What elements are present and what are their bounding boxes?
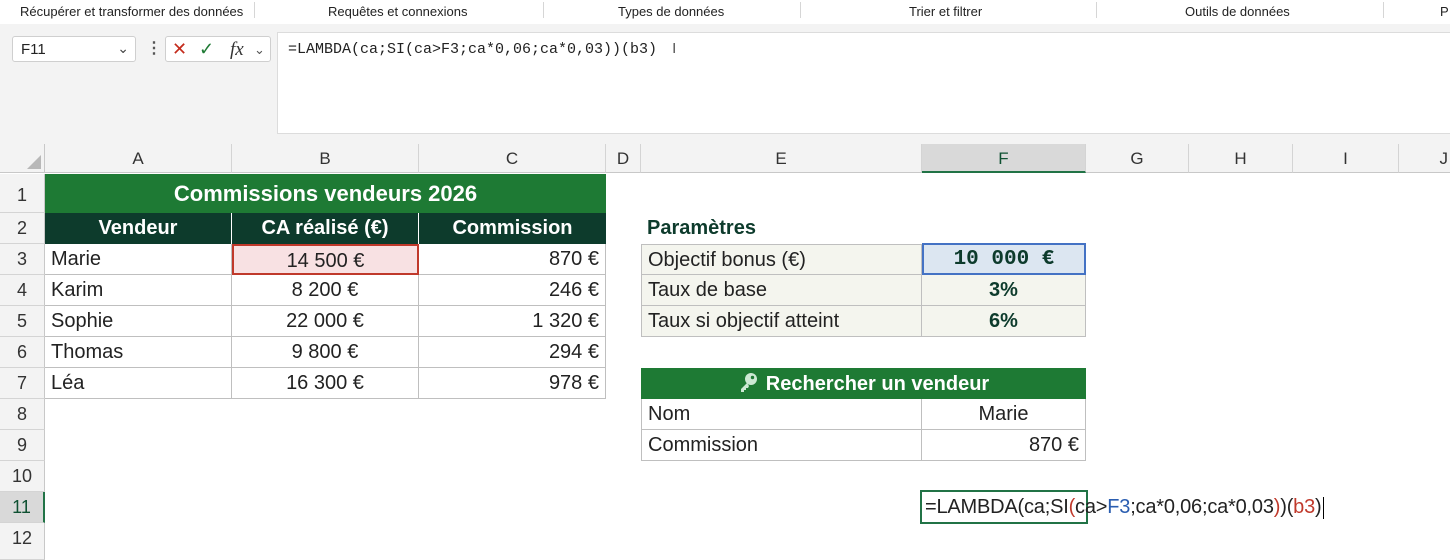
formula-token: ;ca*0,06;ca*0,03 xyxy=(1130,496,1274,518)
col-header-j[interactable]: J xyxy=(1399,144,1450,173)
col-header-i[interactable]: I xyxy=(1293,144,1399,173)
formula-text: =LAMBDA(ca;SI(ca>F3;ca*0,06;ca*0,03))(b3… xyxy=(288,41,658,58)
ribbon-group-get-transform[interactable]: Récupérer et transformer des données xyxy=(20,4,243,19)
ribbon-separator xyxy=(800,2,801,18)
col-header-f[interactable]: F xyxy=(922,144,1086,173)
search-title[interactable]: Rechercher un vendeur xyxy=(641,368,1086,399)
ribbon-group-data-types[interactable]: Types de données xyxy=(618,4,724,19)
table-cell-vendeur[interactable]: Thomas xyxy=(45,337,232,368)
search-title-text: Rechercher un vendeur xyxy=(765,373,990,395)
params-title[interactable]: Paramètres xyxy=(641,213,922,244)
table-cell-ca[interactable]: 22 000 € xyxy=(232,306,419,337)
formula-token: ca> xyxy=(1075,496,1108,518)
search-label[interactable]: Nom xyxy=(641,399,922,430)
ribbon-separator xyxy=(543,2,544,18)
col-header-g[interactable]: G xyxy=(1086,144,1189,173)
ribbon-group-sort-filter[interactable]: Trier et filtrer xyxy=(909,4,982,19)
col-header-b[interactable]: B xyxy=(232,144,419,173)
row-header-1[interactable]: 1 xyxy=(0,174,45,213)
ribbon-group-data-tools[interactable]: Outils de données xyxy=(1185,4,1290,19)
param-label[interactable]: Taux de base xyxy=(641,275,922,306)
text-caret xyxy=(1322,496,1324,519)
formula-token: ) xyxy=(1315,496,1322,518)
table-cell-commission[interactable]: 870 € xyxy=(419,244,606,275)
active-cell-editor[interactable]: =LAMBDA(ca;SI(ca>F3;ca*0,06;ca*0,03))(b3… xyxy=(922,492,1382,523)
insert-function-icon[interactable]: fx xyxy=(230,39,244,61)
table-cell-vendeur[interactable]: Karim xyxy=(45,275,232,306)
col-header-c[interactable]: C xyxy=(419,144,606,173)
table-cell-vendeur[interactable]: Léa xyxy=(45,368,232,399)
ribbon-separator xyxy=(1096,2,1097,18)
row-header-9[interactable]: 9 xyxy=(0,430,45,461)
row-header-7[interactable]: 7 xyxy=(0,368,45,399)
chevron-down-icon[interactable]: ⌄ xyxy=(117,40,129,57)
row-header-11[interactable]: 11 xyxy=(0,492,45,523)
table-cell-commission[interactable]: 246 € xyxy=(419,275,606,306)
formula-token: F3 xyxy=(1107,496,1131,518)
col-header-h[interactable]: H xyxy=(1189,144,1293,173)
row-header-3[interactable]: 3 xyxy=(0,244,45,275)
search-name-value[interactable]: Marie xyxy=(922,399,1086,430)
name-box[interactable]: F11 ⌄ xyxy=(12,36,136,62)
col-header-a[interactable]: A xyxy=(45,144,232,173)
ribbon-group-bar: Récupérer et transformer des données Req… xyxy=(0,0,1450,25)
row-header-2[interactable]: 2 xyxy=(0,213,45,244)
search-label[interactable]: Commission xyxy=(641,430,922,461)
chevron-down-icon[interactable]: ⌄ xyxy=(254,42,265,58)
param-value-selected[interactable]: 10 000 € xyxy=(922,243,1086,275)
table-cell-ca-highlighted[interactable]: 14 500 € xyxy=(232,244,419,275)
formula-token: =LAMBDA(ca;SI xyxy=(925,496,1069,518)
text-cursor-icon: I xyxy=(672,40,677,57)
table-title[interactable]: Commissions vendeurs 2026 xyxy=(45,174,606,213)
formula-token: b3 xyxy=(1293,496,1316,518)
table-cell-commission[interactable]: 978 € xyxy=(419,368,606,399)
table-header-vendeur[interactable]: Vendeur xyxy=(45,213,232,244)
enter-check-icon[interactable]: ✓ xyxy=(199,39,214,60)
ribbon-group-truncated[interactable]: P xyxy=(1440,4,1449,19)
row-header-5[interactable]: 5 xyxy=(0,306,45,337)
ribbon-group-queries[interactable]: Requêtes et connexions xyxy=(328,4,467,19)
name-box-value: F11 xyxy=(21,41,46,58)
row-header-4[interactable]: 4 xyxy=(0,275,45,306)
select-all-corner[interactable] xyxy=(0,144,45,173)
col-header-d[interactable]: D xyxy=(606,144,641,173)
key-icon xyxy=(738,371,760,399)
ribbon-separator xyxy=(254,2,255,18)
ribbon-separator xyxy=(1383,2,1384,18)
more-options-icon[interactable]: ⋮ xyxy=(146,38,162,58)
param-value[interactable]: 6% xyxy=(922,306,1086,337)
formula-input[interactable]: =LAMBDA(ca;SI(ca>F3;ca*0,06;ca*0,03))(b3… xyxy=(277,32,1450,134)
table-cell-commission[interactable]: 294 € xyxy=(419,337,606,368)
formula-buttons: ✕ ✓ fx ⌄ xyxy=(165,36,271,62)
row-header-10[interactable]: 10 xyxy=(0,461,45,492)
table-cell-ca[interactable]: 8 200 € xyxy=(232,275,419,306)
row-header-6[interactable]: 6 xyxy=(0,337,45,368)
table-cell-vendeur[interactable]: Sophie xyxy=(45,306,232,337)
table-cell-ca[interactable]: 9 800 € xyxy=(232,337,419,368)
row-header-8[interactable]: 8 xyxy=(0,399,45,430)
row-header-12[interactable]: 12 xyxy=(0,523,45,560)
cancel-icon[interactable]: ✕ xyxy=(172,39,187,60)
search-commission-value[interactable]: 870 € xyxy=(922,430,1086,461)
param-value[interactable]: 3% xyxy=(922,275,1086,306)
table-cell-vendeur[interactable]: Marie xyxy=(45,244,232,275)
table-header-commission[interactable]: Commission xyxy=(419,213,606,244)
col-header-e[interactable]: E xyxy=(641,144,922,173)
param-label[interactable]: Taux si objectif atteint xyxy=(641,306,922,337)
table-cell-commission[interactable]: 1 320 € xyxy=(419,306,606,337)
param-label[interactable]: Objectif bonus (€) xyxy=(641,244,922,275)
table-cell-ca[interactable]: 16 300 € xyxy=(232,368,419,399)
table-header-ca[interactable]: CA réalisé (€) xyxy=(232,213,419,244)
